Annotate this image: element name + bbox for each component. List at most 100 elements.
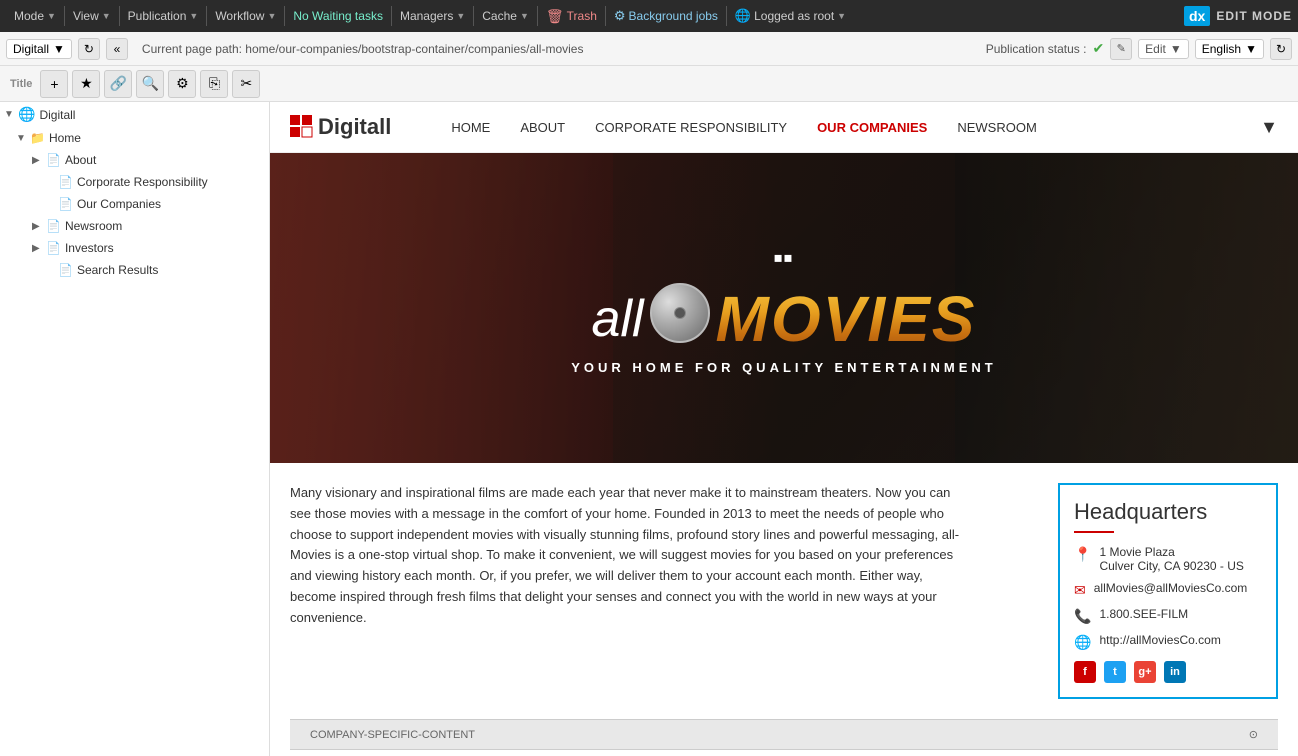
tree-home[interactable]: ▼ 📁 Home (0, 127, 269, 149)
dx-icon: dx (1184, 6, 1210, 26)
tool-add[interactable]: + (40, 70, 68, 98)
content-with-sidebar: Many visionary and inspirational films a… (270, 463, 1298, 719)
site-logo: Digitall (290, 114, 391, 140)
tree-newsroom[interactable]: ▶ 📄 Newsroom (0, 215, 269, 237)
hq-phone-icon: 📞 (1074, 608, 1091, 625)
workflow-arrow: ▼ (267, 11, 276, 21)
tree-root[interactable]: ▼ 🌐 Digitall (0, 102, 269, 127)
mode-menu[interactable]: Mode ▼ (6, 0, 64, 32)
managers-menu[interactable]: Managers ▼ (392, 0, 473, 32)
nav-more-arrow[interactable]: ▼ (1260, 117, 1278, 138)
hq-social-row: f t g+ in (1074, 661, 1262, 683)
tool-star[interactable]: ★ (72, 70, 100, 98)
language-selector[interactable]: English ▼ (1195, 39, 1264, 59)
nav-newsroom[interactable]: NEWSROOM (957, 120, 1036, 135)
mode-arrow: ▼ (47, 11, 56, 21)
tool-link[interactable]: 🔗 (104, 70, 132, 98)
home-arrow: ▼ (16, 133, 26, 144)
tree-investors[interactable]: ▶ 📄 Investors (0, 237, 269, 259)
page-path: Current page path: home/our-companies/bo… (134, 42, 980, 56)
nav-about[interactable]: ABOUT (520, 120, 565, 135)
site-nav: HOME ABOUT CORPORATE RESPONSIBILITY OUR … (451, 117, 1278, 138)
hero-logo-mark: ▪▪ (571, 242, 997, 274)
nav-home[interactable]: HOME (451, 120, 490, 135)
dx-branding: dx EDIT MODE (1184, 6, 1292, 26)
toolbar-row: Title + ★ 🔗 🔍 ⚙ ⎘ ✂ (0, 66, 1298, 102)
workflow-menu[interactable]: Workflow ▼ (207, 0, 284, 32)
title-label: Title (6, 78, 36, 90)
site-header: Digitall HOME ABOUT CORPORATE RESPONSIBI… (270, 102, 1298, 153)
top-bar: Mode ▼ View ▼ Publication ▼ Workflow ▼ N… (0, 0, 1298, 32)
pub-arrow: ▼ (189, 11, 198, 21)
lang-refresh[interactable]: ↻ (1270, 38, 1292, 60)
logged-user-menu[interactable]: 🌐 Logged as root ▼ (727, 0, 854, 32)
nav-corporate[interactable]: CORPORATE RESPONSIBILITY (595, 120, 787, 135)
corp-page-icon: 📄 (58, 175, 73, 189)
companies-page-icon: 📄 (58, 197, 73, 211)
nav-our-companies[interactable]: OUR COMPANIES (817, 120, 927, 135)
hero-subtitle: YOUR HOME FOR QUALITY ENTERTAINMENT (571, 360, 997, 375)
second-bar: Digitall ▼ ↻ « Current page path: home/o… (0, 32, 1298, 66)
main-layout: ▼ 🌐 Digitall ▼ 📁 Home ▶ 📄 About 📄 Corpor… (0, 102, 1298, 756)
hq-email-row: ✉ allMovies@allMoviesCo.com (1074, 581, 1262, 599)
hq-globe-icon: 🌐 (1074, 634, 1091, 651)
investors-page-icon: 📄 (46, 241, 61, 255)
hero-squares-icon: ▪▪ (773, 242, 793, 274)
hq-website-row: 🌐 http://allMoviesCo.com (1074, 633, 1262, 651)
edit-mode-label: EDIT MODE (1216, 9, 1292, 23)
about-page-icon: 📄 (46, 153, 61, 167)
hq-phone-row: 📞 1.800.SEE-FILM (1074, 607, 1262, 625)
logo-icon (290, 115, 314, 139)
view-arrow: ▼ (102, 11, 111, 21)
tree-corporate[interactable]: 📄 Corporate Responsibility (0, 171, 269, 193)
tree-about[interactable]: ▶ 📄 About (0, 149, 269, 171)
hq-email-icon: ✉ (1074, 582, 1086, 599)
investors-arrow: ▶ (32, 243, 42, 254)
content-bar-toggle[interactable]: ⊙ (1249, 728, 1258, 741)
publication-menu[interactable]: Publication ▼ (120, 0, 207, 32)
hq-title: Headquarters (1074, 499, 1262, 525)
newsroom-arrow: ▶ (32, 221, 42, 232)
tool-settings[interactable]: ⚙ (168, 70, 196, 98)
facebook-icon[interactable]: f (1074, 661, 1096, 683)
hero-content: ▪▪ all MOVIES YOUR HOME FOR QUALITY ENTE… (571, 242, 997, 375)
company-content-bar: COMPANY-SPECIFIC-CONTENT ⊙ (290, 719, 1278, 750)
tool-copy[interactable]: ⎘ (200, 70, 228, 98)
cache-menu[interactable]: Cache ▼ (474, 0, 537, 32)
edit-dropdown[interactable]: Edit ▼ (1138, 39, 1189, 59)
no-waiting-tasks: No Waiting tasks (285, 0, 391, 32)
trash-button[interactable]: 🗑 Trash (538, 0, 605, 32)
refresh-button[interactable]: ↻ (78, 38, 100, 60)
twitter-icon[interactable]: t (1104, 661, 1126, 683)
background-jobs-button[interactable]: ⚙ Background jobs (606, 0, 726, 32)
view-menu[interactable]: View ▼ (65, 0, 119, 32)
tree-search-results[interactable]: 📄 Search Results (0, 259, 269, 281)
dx-logo: dx EDIT MODE (1184, 6, 1292, 26)
hero-title-row: all MOVIES (571, 282, 997, 356)
linkedin-icon[interactable]: in (1164, 661, 1186, 683)
hq-underline (1074, 531, 1114, 533)
trash-icon: 🗑 (546, 8, 564, 25)
hq-address-row: 📍 1 Movie Plaza Culver City, CA 90230 - … (1074, 545, 1262, 573)
tool-search[interactable]: 🔍 (136, 70, 164, 98)
logo-text: Digitall (318, 114, 391, 140)
root-globe-icon: 🌐 (18, 106, 35, 123)
search-page-icon: 📄 (58, 263, 73, 277)
about-arrow: ▶ (32, 155, 42, 166)
sidebar: ▼ 🌐 Digitall ▼ 📁 Home ▶ 📄 About 📄 Corpor… (0, 102, 270, 756)
hq-address: 1 Movie Plaza Culver City, CA 90230 - US (1099, 545, 1244, 573)
user-arrow: ▼ (837, 11, 846, 21)
managers-arrow: ▼ (456, 11, 465, 21)
body-text: Many visionary and inspirational films a… (290, 483, 970, 629)
tree-our-companies[interactable]: 📄 Our Companies (0, 193, 269, 215)
edit-icon[interactable]: ✎ (1110, 38, 1132, 60)
back-button[interactable]: « (106, 38, 128, 60)
home-folder-icon: 📁 (30, 131, 45, 145)
hq-location-icon: 📍 (1074, 546, 1091, 563)
tool-cut[interactable]: ✂ (232, 70, 260, 98)
site-selector[interactable]: Digitall ▼ (6, 39, 72, 59)
google-icon[interactable]: g+ (1134, 661, 1156, 683)
publication-status: Publication status : ✔ ✎ Edit ▼ (986, 38, 1189, 60)
hero-dvd-icon (650, 283, 710, 343)
hero-section: ▪▪ all MOVIES YOUR HOME FOR QUALITY ENTE… (270, 153, 1298, 463)
